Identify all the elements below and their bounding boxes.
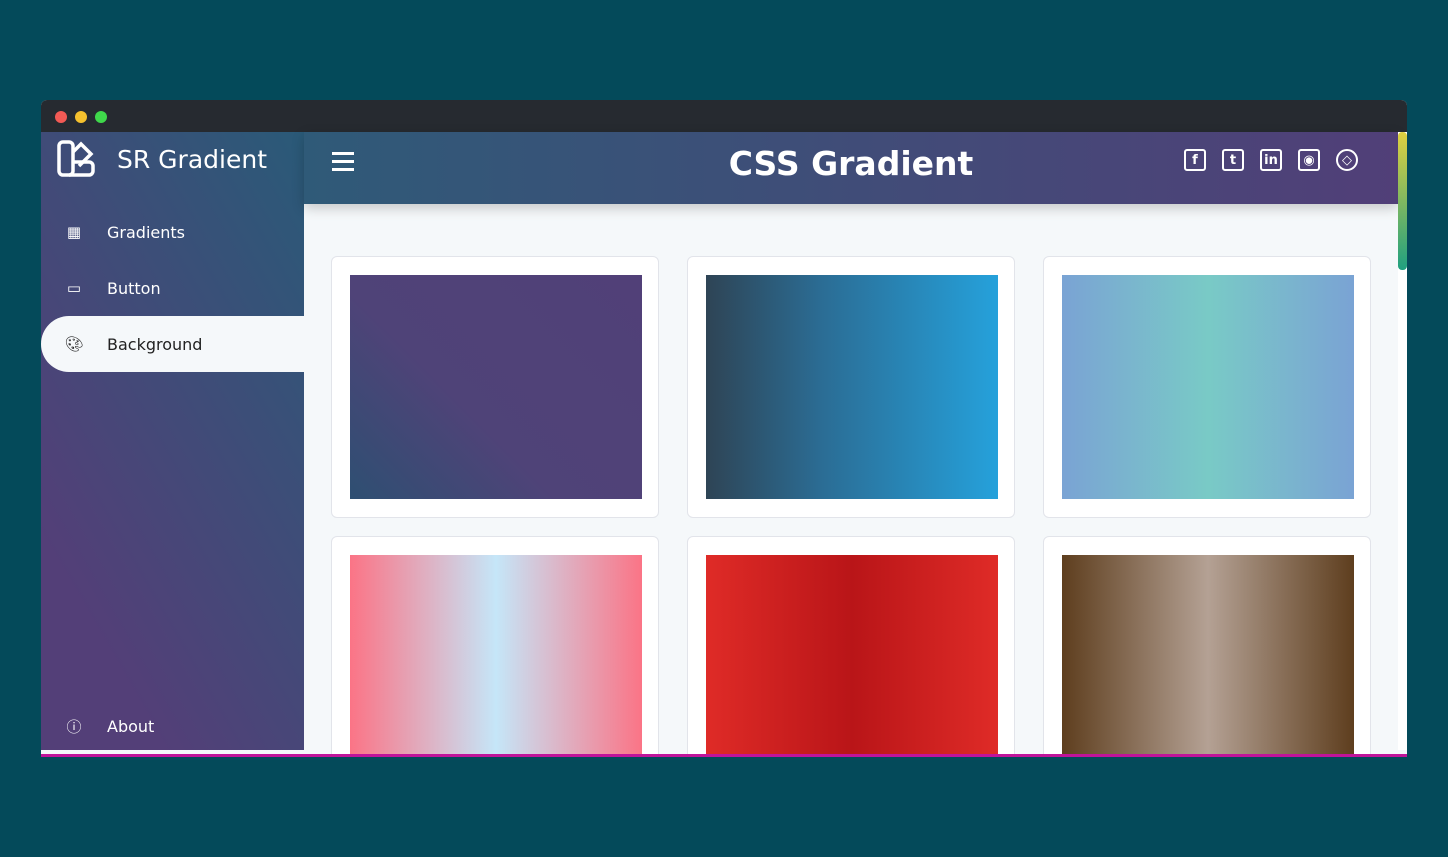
app-window: SR Gradient ▦ Gradients ▭ Button 🎨︎ Backgro…	[41, 100, 1407, 757]
github-icon[interactable]: ◉	[1298, 149, 1320, 171]
facebook-icon[interactable]: f	[1184, 149, 1206, 171]
gradient-swatch[interactable]	[1062, 275, 1354, 499]
maximize-window-button[interactable]	[95, 111, 107, 123]
minimize-window-button[interactable]	[75, 111, 87, 123]
linkedin-icon[interactable]: in	[1260, 149, 1282, 171]
brand[interactable]: SR Gradient	[57, 140, 267, 178]
gradient-card[interactable]	[331, 536, 659, 754]
gradient-card[interactable]	[331, 256, 659, 518]
gradient-card[interactable]	[1043, 256, 1371, 518]
gradient-swatch[interactable]	[350, 275, 642, 499]
sidebar: SR Gradient ▦ Gradients ▭ Button 🎨︎ Backgro…	[41, 132, 304, 750]
sidebar-item-label: Button	[107, 278, 161, 298]
sidebar-item-about[interactable]: ⓘ About	[41, 698, 304, 754]
sidebar-item-label: Gradients	[107, 222, 185, 242]
gradient-card[interactable]	[687, 256, 1015, 518]
gradient-card[interactable]	[1043, 536, 1371, 754]
sidebar-item-label: Background	[107, 334, 203, 354]
sidebar-item-background[interactable]: 🎨︎ Background	[41, 316, 304, 372]
twitter-icon[interactable]: t	[1222, 149, 1244, 171]
scrollbar-thumb[interactable]	[1398, 132, 1407, 270]
window-titlebar	[41, 100, 1407, 132]
palette-icon: 🎨︎	[64, 335, 84, 353]
info-icon: ⓘ	[66, 717, 82, 736]
sidebar-item-label: About	[107, 716, 155, 736]
gradient-card[interactable]	[687, 536, 1015, 754]
gradient-swatch[interactable]	[1062, 555, 1354, 754]
gradient-swatch[interactable]	[706, 555, 998, 754]
scrollbar[interactable]	[1398, 132, 1407, 750]
close-window-button[interactable]	[55, 111, 67, 123]
codepen-icon[interactable]: ◇	[1336, 149, 1358, 171]
sidebar-item-button[interactable]: ▭ Button	[41, 260, 304, 316]
swatch-logo-icon	[57, 140, 95, 177]
button-icon: ▭	[66, 279, 82, 297]
header: CSS Gradient f t in ◉ ◇	[304, 132, 1398, 204]
brand-name: SR Gradient	[117, 144, 267, 174]
calculator-icon: ▦	[66, 223, 82, 241]
gradient-swatch[interactable]	[350, 555, 642, 754]
gradient-swatch[interactable]	[706, 275, 998, 499]
sidebar-item-gradients[interactable]: ▦ Gradients	[41, 204, 304, 260]
